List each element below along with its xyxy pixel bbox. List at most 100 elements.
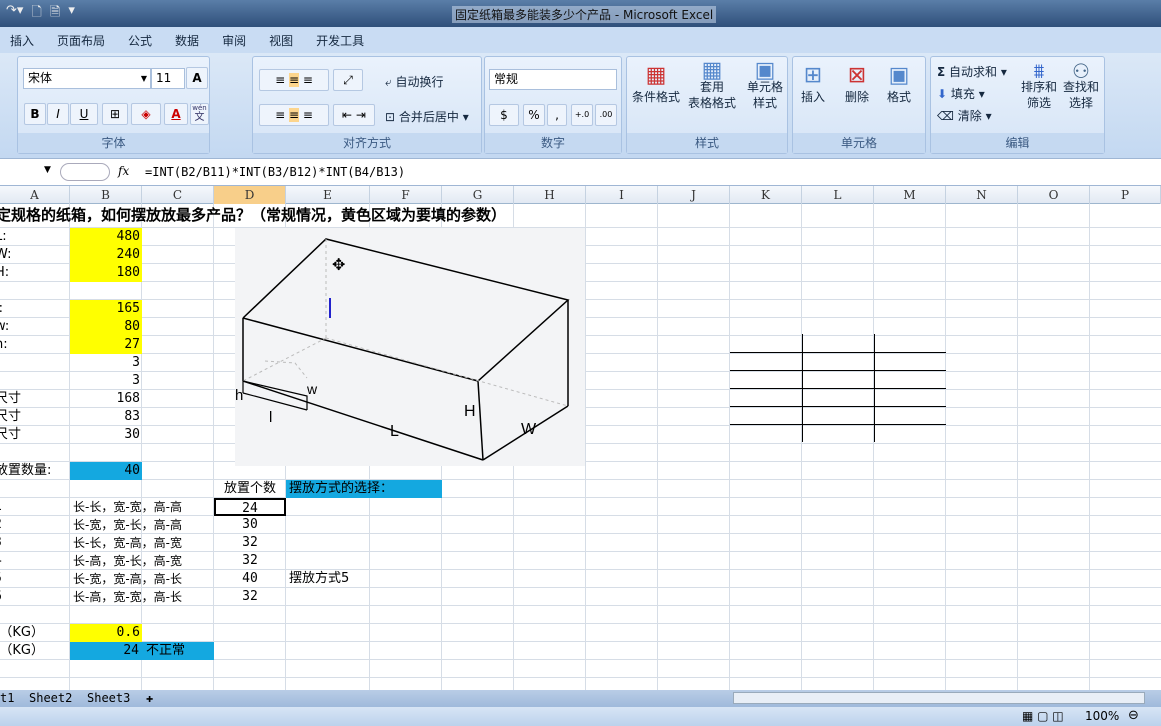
horizontal-align-buttons[interactable]: ≡ ≡ ≡ [259,104,329,126]
insert-function-button[interactable]: fx [118,164,129,178]
value-cell[interactable]: 168 [70,390,142,408]
currency-icon[interactable]: $ [489,104,519,126]
column-header-D[interactable]: D [214,186,286,204]
column-header-L[interactable]: L [802,186,874,204]
label-cell[interactable]: 尺寸 [0,408,70,426]
label-cell[interactable]: W: [0,246,70,264]
font-color-icon[interactable]: A [164,103,188,125]
label-cell[interactable]: w: [0,318,70,336]
column-header-B[interactable]: B [70,186,142,204]
italic-button[interactable]: I [47,103,69,125]
font-size-select[interactable]: 11 [151,68,185,89]
label-cell[interactable]: 放置数量: [0,462,70,480]
column-header-K[interactable]: K [730,186,802,204]
value-cell[interactable]: 180 [70,264,142,282]
column-header-P[interactable]: P [1090,186,1161,204]
view-buttons[interactable]: ▦ ▢ ◫ [1022,709,1064,723]
value-cell[interactable]: 3 [70,354,142,372]
underline-button[interactable]: U [70,103,98,125]
name-box-dropdown-icon[interactable]: ▼ [44,165,51,175]
option-count-cell[interactable]: 40 [214,570,286,588]
column-header-N[interactable]: N [946,186,1018,204]
redo-icon[interactable]: ↷▾ [6,3,23,23]
selected-cell[interactable]: 24 [214,498,286,516]
value-cell[interactable]: 240 [70,246,142,264]
option-number-cell[interactable]: 5 [0,570,70,588]
delete-cells-button[interactable]: ⊠ 删除 [845,63,869,105]
title-cell[interactable]: 定规格的纸箱，如何摆放放最多产品？（常规情况，黄色区域为要填的参数） [0,204,586,228]
print-preview-icon[interactable]: 🗋 [31,3,41,23]
column-header-M[interactable]: M [874,186,946,204]
value-cell[interactable]: 480 [70,228,142,246]
cell-styles-button[interactable]: ▣ 单元格 样式 [743,60,787,111]
column-header-J[interactable]: J [658,186,730,204]
value-cell[interactable]: 0.6 [70,624,142,642]
option-desc-cell[interactable]: 长-宽，宽-长，高-高 [70,516,214,534]
label-cell[interactable]: h: [0,336,70,354]
choice-header-cell[interactable]: 摆放方式的选择： [286,480,442,498]
option-count-cell[interactable]: 32 [214,552,286,570]
insert-cells-button[interactable]: ⊞ 插入 [801,63,825,105]
open-icon[interactable]: 🗎 [50,3,60,23]
option-number-cell[interactable]: 2 [0,516,70,534]
label-cell[interactable]: : [0,354,70,372]
option-desc-cell[interactable]: 长-高，宽-长，高-宽 [70,552,214,570]
clear-button[interactable]: ⌫ 清除 ▾ [937,107,992,124]
sheet-tab-sheet3[interactable]: Sheet3 [87,691,130,705]
tab-developer[interactable]: 开发工具 [316,32,364,49]
format-cells-button[interactable]: ▣ 格式 [887,63,911,105]
column-header-F[interactable]: F [370,186,442,204]
wrap-text-button[interactable]: ⤶ 自动换行 [385,73,444,90]
column-header-E[interactable]: E [286,186,370,204]
label-cell[interactable]: 尺寸 [0,390,70,408]
fill-color-icon[interactable]: ◈ [131,103,161,125]
tab-view[interactable]: 视图 [269,32,293,49]
insert-sheet-icon[interactable]: ✚ [146,691,153,705]
font-name-select[interactable]: 宋体 ▼ [23,68,151,89]
option-number-cell[interactable]: 4 [0,552,70,570]
conditional-format-button[interactable]: ▦ 条件格式 [631,63,681,105]
column-header-H[interactable]: H [514,186,586,204]
customize-icon[interactable]: ▾ [68,3,75,23]
increase-decimal-button[interactable]: +.0 [571,104,593,126]
option-count-cell[interactable]: 32 [214,588,286,606]
formula-input[interactable]: =INT(B2/B11)*INT(B3/B12)*INT(B4/B13) [145,165,405,179]
vertical-align-buttons[interactable]: ≡ ≡ ≡ [259,69,329,91]
option-desc-cell[interactable]: 长-长，宽-高，高-宽 [70,534,214,552]
option-desc-cell[interactable]: 长-宽，宽-高，高-长 [70,570,214,588]
merge-center-button[interactable]: ⊡ 合并后居中 ▾ [385,108,469,125]
zoom-level[interactable]: 100% [1085,709,1119,723]
comma-button[interactable]: , [547,104,567,126]
sort-filter-button[interactable]: ⩩ 排序和 筛选 [1019,61,1059,111]
option-count-cell[interactable]: 30 [214,516,286,534]
label-cell[interactable]: :（KG） [0,624,70,642]
value-cell[interactable]: 80 [70,318,142,336]
horizontal-scrollbar[interactable] [733,692,1145,704]
worksheet-grid[interactable]: 定规格的纸箱，如何摆放放最多产品？（常规情况，黄色区域为要填的参数）L:480W… [0,204,1161,690]
option-desc-cell[interactable]: 长-高，宽-宽，高-长 [70,588,214,606]
fill-button[interactable]: ⬇ 填充 ▾ [937,85,985,102]
label-cell[interactable]: H: [0,264,70,282]
option-desc-cell[interactable]: 长-长，宽-宽，高-高 [70,498,214,516]
count-header-cell[interactable]: 放置个数 [214,480,286,498]
column-header-O[interactable]: O [1018,186,1090,204]
phonetic-guide-button[interactable]: wén 文 [190,103,209,125]
grow-font-button[interactable]: A [186,67,208,89]
tab-review[interactable]: 审阅 [222,32,246,49]
tab-data[interactable]: 数据 [175,32,199,49]
percent-button[interactable]: % [523,104,545,126]
label-cell[interactable]: :（KG） [0,642,70,660]
tab-page-layout[interactable]: 页面布局 [57,32,105,49]
label-cell[interactable]: 尺寸 [0,426,70,444]
decrease-decimal-button[interactable]: .00 [595,104,617,126]
format-as-table-button[interactable]: ▦ 套用 表格格式 [683,60,741,111]
value-cell[interactable]: 83 [70,408,142,426]
column-header-G[interactable]: G [442,186,514,204]
bold-button[interactable]: B [24,103,46,125]
option-choice-cell[interactable]: 摆放方式5 [286,570,442,588]
find-select-button[interactable]: ⚇ 查找和 选择 [1061,61,1101,111]
option-count-cell[interactable]: 32 [214,534,286,552]
column-header-I[interactable]: I [586,186,658,204]
value-cell[interactable]: 165 [70,300,142,318]
column-header-A[interactable]: A [0,186,70,204]
